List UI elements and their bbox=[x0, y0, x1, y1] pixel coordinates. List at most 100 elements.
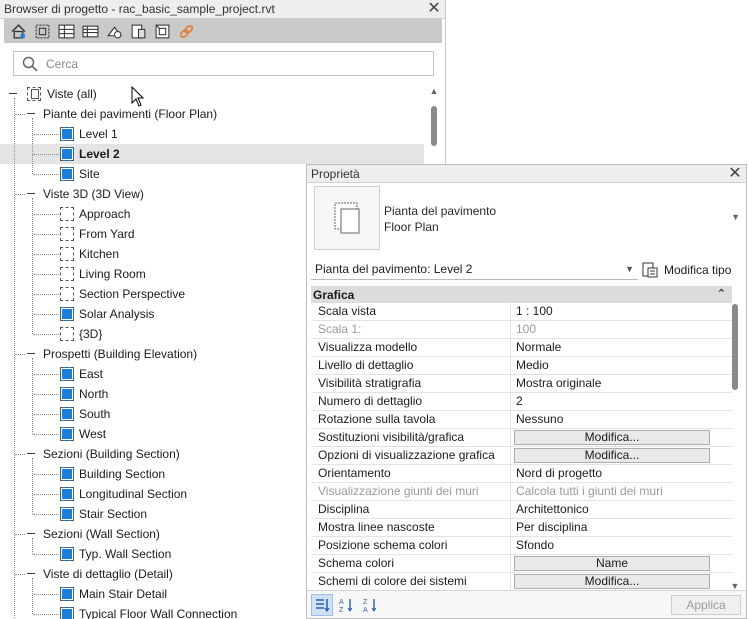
property-value-cell: Modifica... bbox=[511, 429, 732, 446]
sheet-icon[interactable] bbox=[80, 21, 101, 41]
type-selector[interactable]: Pianta del pavimento Floor Plan ▼ bbox=[311, 184, 744, 257]
views-icon bbox=[27, 87, 41, 101]
tree-connector bbox=[33, 374, 59, 375]
property-edit-button[interactable]: Modifica... bbox=[514, 574, 710, 589]
property-row: Schemi di colore dei sistemi Modifica... bbox=[311, 573, 732, 591]
property-name: Schemi di colore dei sistemi bbox=[311, 573, 511, 590]
collapse-toggle-icon[interactable] bbox=[26, 109, 36, 119]
scrollbar-thumb[interactable] bbox=[431, 106, 437, 146]
tree-item-label: Typical Floor Wall Connection bbox=[79, 607, 238, 619]
property-value[interactable]: Per disciplina bbox=[511, 519, 732, 536]
instance-filter-dropdown[interactable]: Pianta del pavimento: Level 2 ▼ bbox=[311, 259, 638, 280]
tree-item-label: Typ. Wall Section bbox=[79, 547, 172, 561]
tree-connector bbox=[33, 434, 59, 435]
collapse-toggle-icon[interactable] bbox=[26, 529, 36, 539]
tree-view-item[interactable]: Level 1 bbox=[0, 124, 424, 144]
search-input[interactable] bbox=[46, 56, 426, 71]
chevron-down-icon[interactable]: ▼ bbox=[731, 212, 740, 222]
property-value[interactable]: Nord di progetto bbox=[511, 465, 732, 482]
tree-group-item[interactable]: Piante dei pavimenti (Floor Plan) bbox=[0, 104, 424, 124]
tree-connector bbox=[32, 578, 33, 614]
tree-item-label: Sezioni (Wall Section) bbox=[43, 527, 160, 541]
property-value[interactable]: Architettonico bbox=[511, 501, 732, 518]
property-value-cell: Modifica... bbox=[511, 447, 732, 464]
home-icon[interactable] bbox=[8, 21, 29, 41]
tree-item-label: {3D} bbox=[79, 327, 103, 341]
property-name: Visibilità stratigrafia bbox=[311, 375, 511, 392]
property-value[interactable]: Normale bbox=[511, 339, 732, 356]
tree-item-label: Level 2 bbox=[79, 147, 120, 161]
view-3d-icon bbox=[60, 247, 74, 261]
schedule-icon[interactable] bbox=[56, 21, 77, 41]
property-name: Sostituzioni visibilità/grafica bbox=[311, 429, 511, 446]
close-icon[interactable]: ✕ bbox=[727, 166, 743, 182]
tree-item-label: Viste di dettaglio (Detail) bbox=[43, 567, 173, 581]
sort-by-category-button[interactable] bbox=[311, 594, 333, 616]
collapse-toggle-icon[interactable] bbox=[26, 449, 36, 459]
close-icon[interactable]: ✕ bbox=[426, 1, 442, 17]
property-name: Posizione schema colori bbox=[311, 537, 511, 554]
property-edit-button[interactable]: Modifica... bbox=[514, 448, 710, 463]
property-value[interactable]: Sfondo bbox=[511, 537, 732, 554]
tree-connector bbox=[33, 514, 59, 515]
property-edit-button[interactable]: Name bbox=[514, 556, 710, 571]
chevron-down-icon: ▼ bbox=[625, 264, 634, 274]
link-icon[interactable] bbox=[176, 21, 197, 41]
section-header-grafica[interactable]: Grafica ⌃ bbox=[311, 286, 732, 303]
apply-button[interactable]: Applica bbox=[671, 595, 741, 615]
tree-item-label: Living Room bbox=[79, 267, 146, 281]
project-browser-titlebar[interactable]: Browser di progetto - rac_basic_sample_p… bbox=[0, 0, 445, 19]
property-value: 100 bbox=[516, 322, 537, 336]
property-row: Scala 1: 100 bbox=[311, 321, 732, 339]
collapse-icon[interactable]: ⌃ bbox=[717, 287, 726, 300]
property-name: Scala 1: bbox=[311, 321, 511, 338]
sort-az-icon: AZ bbox=[339, 599, 353, 613]
mouse-cursor-icon bbox=[131, 86, 145, 107]
property-name: Opzioni di visualizzazione grafica bbox=[311, 447, 511, 464]
property-value[interactable]: 2 bbox=[511, 393, 732, 410]
property-edit-button[interactable]: Modifica... bbox=[514, 430, 710, 445]
edit-type-label: Modifica tipo bbox=[664, 262, 732, 277]
tree-connector bbox=[33, 474, 59, 475]
property-value[interactable]: Nessuno bbox=[511, 411, 732, 428]
view-3d-icon bbox=[60, 327, 74, 341]
view-plan-icon bbox=[60, 407, 74, 421]
tree-view-item[interactable]: Level 2 bbox=[0, 144, 424, 164]
tree-item-label: Solar Analysis bbox=[79, 307, 155, 321]
family-icon[interactable] bbox=[104, 21, 125, 41]
sort-ascending-button[interactable]: AZ bbox=[335, 594, 357, 616]
sort-descending-button[interactable]: ZA bbox=[359, 594, 381, 616]
type-family-name: Pianta del pavimento bbox=[384, 204, 497, 218]
group-icon[interactable] bbox=[128, 21, 149, 41]
revit-link-icon[interactable] bbox=[152, 21, 173, 41]
tree-connector bbox=[33, 314, 59, 315]
property-row: Scala vista 1 : 100 bbox=[311, 303, 732, 321]
scroll-up-icon[interactable]: ▲ bbox=[427, 84, 441, 98]
tree-connector bbox=[33, 274, 59, 275]
properties-titlebar[interactable]: Proprietà ✕ bbox=[307, 165, 746, 183]
scrollbar-thumb[interactable] bbox=[732, 304, 738, 390]
tree-connector bbox=[33, 154, 59, 155]
property-value[interactable]: 1 : 100 bbox=[511, 303, 732, 320]
tree-connector bbox=[32, 358, 33, 434]
search-field[interactable] bbox=[13, 51, 434, 76]
property-value[interactable]: Medio bbox=[511, 357, 732, 374]
tree-root-item[interactable]: Viste (all) bbox=[0, 84, 424, 104]
type-preview-icon bbox=[314, 186, 380, 250]
tree-connector bbox=[33, 254, 59, 255]
properties-scrollbar[interactable]: ▼ bbox=[728, 298, 742, 591]
view-plan-icon bbox=[60, 587, 74, 601]
property-row: Rotazione sulla tavola Nessuno bbox=[311, 411, 732, 429]
collapse-toggle-icon[interactable] bbox=[26, 349, 36, 359]
tree-connector bbox=[15, 574, 25, 575]
properties-title: Proprietà bbox=[311, 166, 360, 181]
collapse-toggle-icon[interactable] bbox=[26, 189, 36, 199]
property-name: Schema colori bbox=[311, 555, 511, 572]
collapse-toggle-icon[interactable] bbox=[26, 569, 36, 579]
property-value[interactable]: Mostra originale bbox=[511, 375, 732, 392]
collapse-toggle-icon[interactable] bbox=[8, 89, 18, 99]
tree-item-label: East bbox=[79, 367, 104, 381]
edit-type-icon bbox=[642, 262, 658, 277]
edit-type-button[interactable]: Modifica tipo bbox=[642, 259, 731, 280]
zoom-fit-icon[interactable] bbox=[32, 21, 53, 41]
